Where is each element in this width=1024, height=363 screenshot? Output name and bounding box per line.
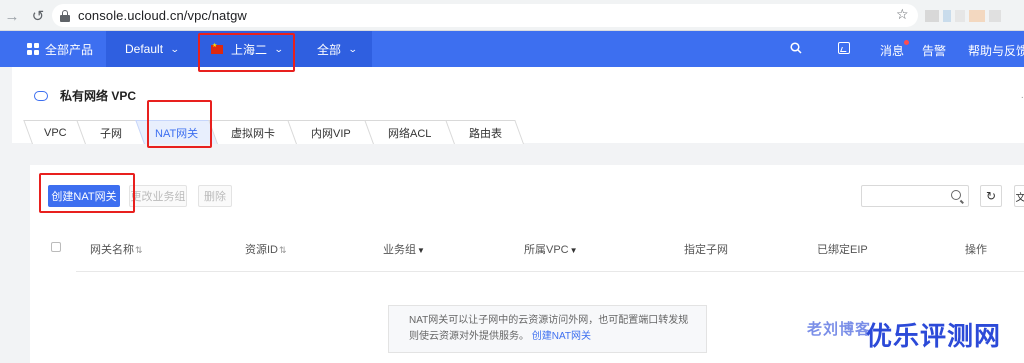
all-products-menu[interactable]: 全部产品: [0, 31, 106, 67]
help-feedback-link[interactable]: 帮助与反馈: [968, 42, 1024, 59]
column-label: 已绑定EIP: [817, 244, 868, 256]
filter-icon[interactable]: ▼: [417, 246, 425, 255]
column-header: 操作: [965, 241, 987, 257]
page-title: 私有网络 VPC: [34, 87, 136, 104]
search-icon[interactable]: [790, 42, 802, 54]
messages-link[interactable]: 消息: [880, 40, 910, 59]
document-icon: 文: [1015, 192, 1024, 204]
tab-label: 路由表: [468, 127, 502, 140]
tab-label: 子网: [99, 127, 122, 140]
empty-state-message: NAT网关可以让子网中的云资源访问外网，也可配置端口转发规 则使云资源对外提供服…: [388, 305, 707, 353]
back-arrow-icon[interactable]: →: [0, 4, 24, 28]
column-label: 操作: [965, 244, 987, 256]
search-input[interactable]: [861, 185, 969, 207]
tab-subnet[interactable]: 子网: [76, 120, 145, 144]
highlight-create-button: [39, 173, 135, 213]
tab-virtual-nic[interactable]: 虚拟网卡: [208, 120, 297, 144]
watermark-small: 老刘博客: [807, 321, 872, 338]
address-bar[interactable]: console.ucloud.cn/vpc/natgw: [52, 4, 918, 27]
scope-selector[interactable]: 全部 ⌄: [297, 31, 372, 67]
help-label: 帮助与反馈: [968, 44, 1024, 58]
refresh-icon: ↻: [985, 189, 997, 203]
all-products-label: 全部产品: [45, 42, 94, 57]
column-header: 已绑定EIP: [817, 241, 868, 257]
header-divider: [76, 271, 1024, 272]
url-text: console.ucloud.cn/vpc/natgw: [78, 8, 247, 23]
tab-route-table[interactable]: 路由表: [445, 120, 524, 144]
notification-dot: [904, 40, 910, 45]
highlight-nat-tab: [147, 100, 212, 148]
search-icon: [951, 190, 961, 200]
column-label: 业务组: [383, 244, 416, 256]
cloud-icon: [34, 90, 48, 101]
column-header: 指定子网: [684, 241, 728, 257]
tab-label: 虚拟网卡: [230, 127, 275, 140]
highlight-region: [198, 33, 295, 72]
column-header[interactable]: 网关名称⇅: [90, 241, 143, 257]
table-header: 网关名称⇅ 资源ID⇅ 业务组▼ 所属VPC▼ 指定子网 已绑定EIP 操作: [30, 229, 1024, 272]
empty-text-line2: 则使云资源对外提供服务。 创建NAT网关: [409, 329, 706, 345]
refresh-icon[interactable]: ↻: [26, 4, 50, 28]
grid-icon: [27, 43, 39, 55]
chevron-down-icon: ⌄: [169, 43, 180, 54]
more-indicator: ·: [1020, 92, 1024, 103]
column-label: 资源ID: [245, 244, 278, 256]
column-label: 所属VPC: [524, 244, 569, 256]
lock-icon: [60, 9, 70, 22]
messages-label: 消息: [880, 44, 905, 58]
image-icon[interactable]: [838, 42, 850, 54]
column-header[interactable]: 所属VPC▼: [524, 241, 578, 257]
create-nat-gateway-link[interactable]: 创建NAT网关: [532, 331, 591, 342]
settings-button[interactable]: 文: [1014, 185, 1024, 207]
alarm-link[interactable]: 告警: [922, 42, 946, 59]
sort-icon[interactable]: ⇅: [135, 245, 143, 255]
select-all-checkbox[interactable]: [51, 242, 61, 252]
column-header[interactable]: 资源ID⇅: [245, 241, 287, 257]
filter-icon[interactable]: ▼: [570, 246, 578, 255]
column-header[interactable]: 业务组▼: [383, 241, 425, 257]
project-selector[interactable]: Default ⌄: [106, 31, 194, 67]
tab-label: 网络ACL: [388, 127, 432, 140]
tab-vip[interactable]: 内网VIP: [287, 120, 374, 144]
scope-label: 全部: [317, 42, 342, 57]
watermark-large: 优乐评测网: [866, 321, 1002, 351]
bookmark-star-icon[interactable]: ☆: [896, 6, 909, 23]
page-title-text: 私有网络 VPC: [60, 89, 137, 103]
project-label: Default: [125, 42, 164, 56]
tab-label: 内网VIP: [310, 127, 351, 140]
column-label: 指定子网: [684, 244, 728, 256]
tab-label: VPC: [43, 126, 67, 139]
tab-bar: VPC 子网 NAT网关 虚拟网卡 内网VIP 网络ACL 路由表: [23, 120, 524, 144]
profile-area[interactable]: [925, 10, 1001, 22]
chevron-down-icon: ⌄: [347, 43, 358, 54]
empty-text-line1: NAT网关可以让子网中的云资源访问外网，也可配置端口转发规: [409, 315, 689, 326]
refresh-button[interactable]: ↻: [980, 185, 1002, 207]
change-business-group-button[interactable]: 更改业务组: [129, 185, 187, 207]
delete-button[interactable]: 删除: [198, 185, 232, 207]
sort-icon[interactable]: ⇅: [279, 245, 287, 255]
column-label: 网关名称: [90, 244, 134, 256]
alarm-label: 告警: [922, 44, 947, 58]
empty-text-prefix: 则使云资源对外提供服务。: [409, 331, 529, 342]
top-navigation: 全部产品 Default ⌄ 上海二 ⌄ 全部 ⌄ 消息 告警 帮助与反馈: [0, 31, 1024, 67]
tab-network-acl[interactable]: 网络ACL: [364, 120, 455, 144]
browser-toolbar: → ↻ console.ucloud.cn/vpc/natgw ☆: [0, 0, 1024, 31]
